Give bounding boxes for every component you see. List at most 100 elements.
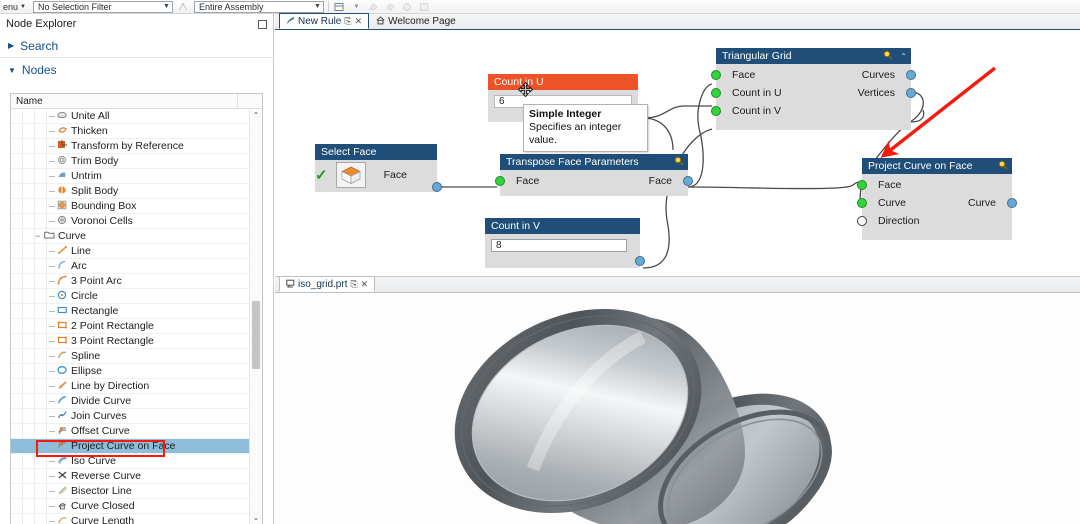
rule-icon (286, 16, 295, 27)
input-port-curve[interactable] (857, 198, 867, 208)
node-header[interactable]: Count in V (485, 218, 640, 234)
node-header[interactable]: Transpose Face Parameters (500, 154, 688, 170)
tree-connector (49, 475, 55, 477)
shade-icon[interactable] (401, 1, 414, 13)
search-section-header[interactable]: ▶ Search (0, 34, 273, 58)
input-port-count-in-v[interactable] (711, 106, 721, 116)
reverse-curve-icon (56, 470, 69, 483)
tab-label: Welcome Page (388, 16, 456, 27)
tab-iso-grid-prt[interactable]: iso_grid.prt ⎘ ✕ (279, 276, 376, 292)
tree-item[interactable]: Curve Closed (11, 499, 249, 514)
port-row: Face Curves (711, 66, 916, 84)
node-header[interactable]: Select Face (315, 144, 437, 160)
scroll-down-arrow-icon[interactable]: ⌄ (250, 511, 262, 524)
tab-new-rule[interactable]: New Rule ⎘ ✕ (279, 13, 370, 29)
spline-icon (56, 350, 69, 363)
tree-expander-icon[interactable]: − (33, 231, 42, 241)
magnifier-icon[interactable] (998, 160, 1008, 172)
tab-modified-icon[interactable]: ⎘ (350, 279, 357, 290)
input-port-face[interactable] (857, 180, 867, 190)
tree-item[interactable]: Transform by Reference (11, 139, 249, 154)
tree-item[interactable]: Split Body (11, 184, 249, 199)
tree-item[interactable]: 3 Point Rectangle (11, 334, 249, 349)
snap-point-icon[interactable] (177, 1, 190, 13)
tree-item[interactable]: Curve Length (11, 514, 249, 524)
menu-button[interactable]: enu ▼ (0, 2, 29, 12)
collapse-icon[interactable]: ⌃ (897, 52, 907, 61)
tree-item[interactable]: Line (11, 244, 249, 259)
node-header[interactable]: Project Curve on Face (862, 158, 1012, 174)
tree-item[interactable]: Join Curves (11, 409, 249, 424)
node-count-in-v[interactable]: Count in V 8 (485, 218, 645, 268)
tree-item[interactable]: 3 Point Arc (11, 274, 249, 289)
tree-item[interactable]: 2 Point Rectangle (11, 319, 249, 334)
node-title: Transpose Face Parameters (506, 156, 639, 168)
face-picker-icon[interactable] (335, 162, 366, 188)
nodes-tree[interactable]: Name Unite All Thicken Transform by Refere… (10, 93, 263, 524)
assembly-scope-dropdown[interactable]: Entire Assembly ▼ (193, 0, 324, 13)
tree-item[interactable]: Rectangle (11, 304, 249, 319)
tree-item[interactable]: Voronoi Cells (11, 214, 249, 229)
magnifier-icon[interactable] (883, 50, 893, 62)
tab-label: iso_grid.prt (298, 278, 348, 290)
node-select-face[interactable]: Select Face ✓ Face (315, 144, 442, 192)
tree-item[interactable]: Offset Curve (11, 424, 249, 439)
input-port-direction[interactable] (857, 216, 867, 226)
tree-item[interactable]: Divide Curve (11, 394, 249, 409)
tree-item[interactable]: Unite All (11, 109, 249, 124)
select-body-icon[interactable] (384, 1, 397, 13)
value-input-count-v[interactable]: 8 (491, 239, 627, 252)
tree-item[interactable]: Bisector Line (11, 484, 249, 499)
tree-item[interactable]: Trim Body (11, 154, 249, 169)
nodes-section-header[interactable]: ▼ Nodes (0, 58, 273, 82)
tree-item[interactable]: Spline (11, 349, 249, 364)
node-transpose-face-parameters[interactable]: Transpose Face Parameters Face Face (495, 154, 693, 196)
output-port-value[interactable] (635, 256, 645, 266)
tree-item[interactable]: Bounding Box (11, 199, 249, 214)
node-header[interactable]: Count in U (488, 74, 638, 90)
output-port-curve[interactable] (1007, 198, 1017, 208)
tab-modified-icon[interactable]: ⎘ (344, 16, 351, 27)
selection-filter-dropdown[interactable]: No Selection Filter ▼ (32, 0, 173, 13)
divide-curve-icon (56, 395, 69, 408)
node-project-curve-on-face[interactable]: Project Curve on Face Face Curve Curve D… (857, 158, 1017, 240)
close-icon[interactable]: ✕ (355, 16, 363, 27)
node-header[interactable]: Triangular Grid ⌃ (716, 48, 911, 64)
output-port-vertices[interactable] (906, 88, 916, 98)
node-graph-canvas[interactable]: Select Face ✓ Face Count in U 6 Transpos… (275, 30, 1080, 276)
output-port-curves[interactable] (906, 70, 916, 80)
input-port-face[interactable] (495, 176, 505, 186)
viewport-3d-canvas[interactable] (275, 293, 1080, 524)
scroll-up-arrow-icon[interactable]: ⌃ (250, 109, 262, 122)
checkmark-icon[interactable]: ✓ (315, 168, 328, 183)
output-port-face[interactable] (432, 182, 442, 192)
scrollbar-thumb[interactable] (252, 301, 260, 369)
tree-scrollbar[interactable]: ⌃ ⌄ (249, 109, 262, 524)
tree-item[interactable]: Circle (11, 289, 249, 304)
node-triangular-grid[interactable]: Triangular Grid ⌃ Face Curves Count in U… (711, 48, 916, 130)
close-icon[interactable]: ✕ (361, 279, 369, 290)
tree-item[interactable]: Untrim (11, 169, 249, 184)
output-port-face[interactable] (683, 176, 693, 186)
tree-item[interactable]: − Curve (11, 229, 249, 244)
tree-connector (49, 490, 55, 492)
magnifier-icon[interactable] (674, 156, 684, 168)
tree-item-label: Arc (71, 260, 87, 272)
select-face-icon[interactable] (367, 1, 380, 13)
tree-item[interactable]: Ellipse (11, 364, 249, 379)
tree-item[interactable]: Line by Direction (11, 379, 249, 394)
tree-item-label: 2 Point Rectangle (71, 320, 154, 332)
tree-item[interactable]: Thicken (11, 124, 249, 139)
input-port-count-in-u[interactable] (711, 88, 721, 98)
tree-item-selected[interactable]: Project Curve on Face (11, 439, 249, 454)
panel-maximize-icon[interactable] (258, 19, 267, 29)
chevron-down-icon[interactable]: ▼ (350, 1, 363, 13)
tree-connector (49, 295, 55, 297)
input-port-face[interactable] (711, 70, 721, 80)
window-icon[interactable] (418, 1, 431, 13)
tree-item[interactable]: Iso Curve (11, 454, 249, 469)
tab-welcome-page[interactable]: Welcome Page (369, 13, 463, 29)
view-style-icon[interactable] (333, 1, 346, 13)
tree-item[interactable]: Reverse Curve (11, 469, 249, 484)
tree-item[interactable]: Arc (11, 259, 249, 274)
